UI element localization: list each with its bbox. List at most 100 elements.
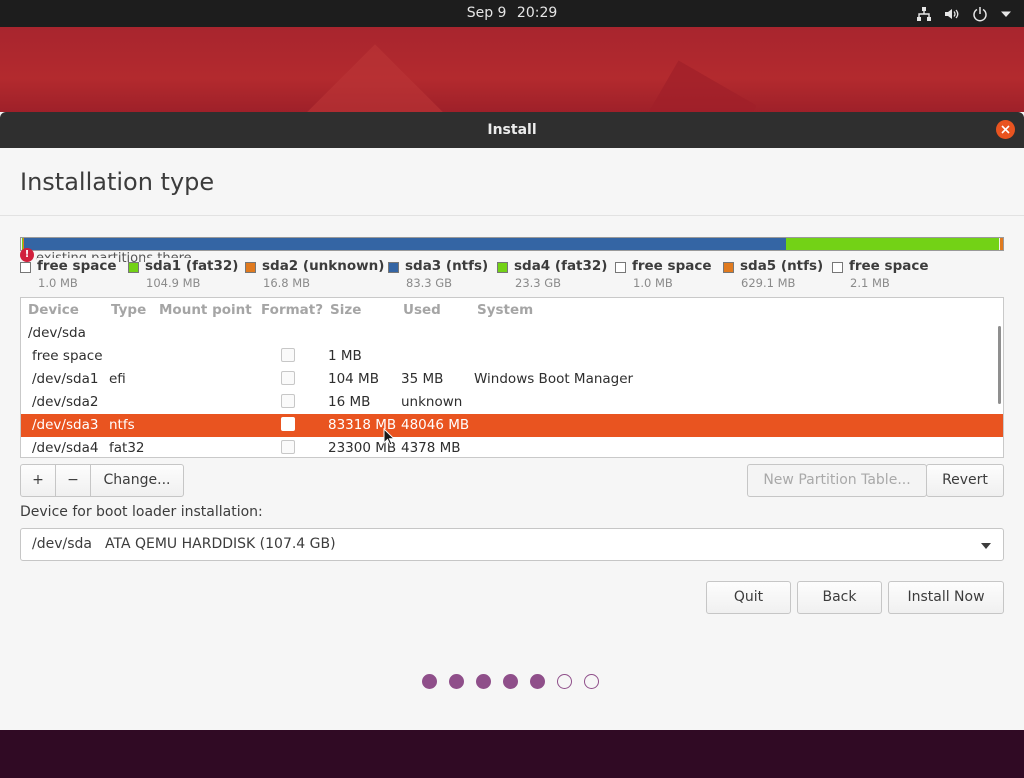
legend-name: sda5 (ntfs) <box>740 258 826 274</box>
progress-dot <box>557 674 572 689</box>
legend-name: free space <box>37 258 119 274</box>
column-header-size[interactable]: Size <box>330 302 361 318</box>
format-checkbox[interactable] <box>281 348 295 362</box>
progress-dot <box>449 674 464 689</box>
format-checkbox[interactable] <box>281 394 295 408</box>
back-button[interactable]: Back <box>797 581 882 614</box>
legend-swatch <box>245 262 256 273</box>
power-icon[interactable] <box>972 6 988 22</box>
legend-size: 629.1 MB <box>741 276 796 290</box>
install-now-button[interactable]: Install Now <box>888 581 1004 614</box>
legend-swatch <box>128 262 139 273</box>
legend-swatch <box>497 262 508 273</box>
legend-swatch <box>832 262 843 273</box>
cell-size: 104 MB <box>328 371 379 387</box>
bootloader-description: ATA QEMU HARDDISK (107.4 GB) <box>105 536 336 552</box>
legend-name: sda2 (unknown) <box>262 258 387 274</box>
progress-dot <box>503 674 518 689</box>
column-header-system[interactable]: System <box>477 302 533 318</box>
legend-size: 2.1 MB <box>850 276 890 290</box>
new-partition-table-button[interactable]: New Partition Table... <box>747 464 927 497</box>
page-title: Installation type <box>20 168 215 196</box>
cell-device: /dev/sda1 <box>32 371 99 387</box>
cell-device: /dev/sda <box>28 325 86 341</box>
legend-size: 16.8 MB <box>263 276 311 290</box>
column-header-mount-point[interactable]: Mount point <box>159 302 252 318</box>
legend-swatch <box>388 262 399 273</box>
column-header-format[interactable]: Format? <box>261 302 323 318</box>
table-row[interactable]: /dev/sda1 efi 104 MB 35 MB Windows Boot Mana… <box>21 368 1003 391</box>
legend-size: 23.3 GB <box>515 276 562 290</box>
cell-device: /dev/sda4 <box>32 440 99 456</box>
chevron-down-icon[interactable] <box>1000 8 1012 20</box>
mouse-cursor-icon <box>383 428 395 446</box>
cell-device: /dev/sda2 <box>32 394 99 410</box>
wallpaper-shape <box>633 60 757 113</box>
column-header-device[interactable]: Device <box>28 302 79 318</box>
legend-size: 104.9 MB <box>146 276 201 290</box>
table-scrollbar[interactable] <box>998 326 1001 404</box>
partition-legend: free space 1.0 MB sda1 (fat32) 104.9 MB sda2… <box>20 258 1010 294</box>
close-icon <box>1001 125 1010 134</box>
bootloader-device-select[interactable]: /dev/sda ATA QEMU HARDDISK (107.4 GB) <box>20 528 1004 561</box>
cell-device: /dev/sda3 <box>32 417 99 433</box>
table-row[interactable]: /dev/sda <box>21 322 1003 345</box>
add-partition-button[interactable]: + <box>20 464 56 497</box>
change-partition-button[interactable]: Change... <box>90 464 184 497</box>
window-title: Install <box>487 122 537 138</box>
progress-dot <box>422 674 437 689</box>
cell-type: efi <box>109 371 126 387</box>
legend-name: free space <box>632 258 714 274</box>
table-row[interactable]: /dev/sda2 16 MB unknown <box>21 391 1003 414</box>
network-icon[interactable] <box>916 6 932 22</box>
revert-button[interactable]: Revert <box>926 464 1004 497</box>
desktop-wallpaper <box>0 27 1024 113</box>
table-row[interactable]: /dev/sda3 ntfs 83318 MB 48046 MB <box>21 414 1003 437</box>
progress-dot <box>584 674 599 689</box>
legend-size: 1.0 MB <box>633 276 673 290</box>
cell-used: 35 MB <box>401 371 444 387</box>
format-checkbox[interactable] <box>281 371 295 385</box>
table-row[interactable]: /dev/sda4 fat32 23300 MB 4378 MB <box>21 437 1003 457</box>
legend-name: sda4 (fat32) <box>514 258 610 274</box>
legend-size: 83.3 GB <box>406 276 453 290</box>
clock[interactable]: Sep 9 20:29 <box>0 0 1024 27</box>
window-titlebar[interactable]: Install <box>0 112 1024 148</box>
cell-used: unknown <box>401 394 463 410</box>
top-bar: Sep 9 20:29 <box>0 0 1024 27</box>
bootloader-label: Device for boot loader installation: <box>20 504 263 520</box>
system-tray[interactable] <box>916 4 1012 23</box>
cell-device: free space <box>32 348 103 364</box>
cell-used: 48046 MB <box>401 417 470 433</box>
installer-window: Install Installation type ! existing par… <box>0 112 1024 730</box>
cell-system: Windows Boot Manager <box>474 371 634 387</box>
legend-name: sda1 (fat32) <box>145 258 241 274</box>
legend-swatch <box>723 262 734 273</box>
close-button[interactable] <box>996 120 1015 139</box>
cell-type: fat32 <box>109 440 145 456</box>
dropdown-arrow-icon <box>981 543 991 549</box>
column-header-used[interactable]: Used <box>403 302 441 318</box>
legend-swatch <box>615 262 626 273</box>
legend-name: sda3 (ntfs) <box>405 258 491 274</box>
partition-table[interactable]: Device Type Mount point Format? Size Use… <box>20 297 1004 458</box>
remove-partition-button[interactable]: − <box>55 464 91 497</box>
table-row[interactable]: free space 1 MB <box>21 345 1003 368</box>
bootloader-device: /dev/sda <box>32 536 92 552</box>
legend-name: free space <box>849 258 931 274</box>
table-header: Device Type Mount point Format? Size Use… <box>21 298 1003 322</box>
desktop-bottom <box>0 730 1024 778</box>
content-header: Installation type <box>0 148 1024 216</box>
cell-size: 1 MB <box>328 348 362 364</box>
clock-time: 20:29 <box>516 5 558 21</box>
volume-icon[interactable] <box>944 6 960 22</box>
cell-size: 16 MB <box>328 394 371 410</box>
wallpaper-shape <box>297 44 453 113</box>
format-checkbox[interactable] <box>281 417 295 431</box>
progress-dot <box>530 674 545 689</box>
format-checkbox[interactable] <box>281 440 295 454</box>
quit-button[interactable]: Quit <box>706 581 791 614</box>
progress-dot <box>476 674 491 689</box>
column-header-type[interactable]: Type <box>111 302 146 318</box>
legend-swatch <box>20 262 31 273</box>
